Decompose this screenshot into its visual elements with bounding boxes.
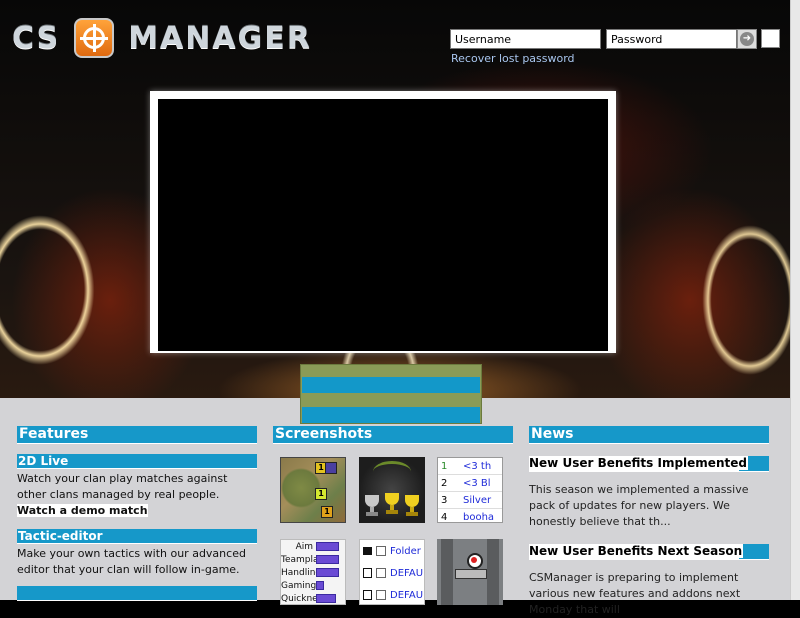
login-submit-button[interactable]: ➜ <box>737 29 757 49</box>
page-scrollbar[interactable] <box>790 0 800 600</box>
screenshot-tactics-folders-thumbnail[interactable]: Folder DEFAU DEFAU <box>359 539 425 605</box>
screenshots-heading: Screenshots <box>273 426 513 444</box>
news-column: News New User Benefits Implemented This … <box>529 426 769 618</box>
content-panel: Features 2D Live Watch your clan play ma… <box>0 398 790 616</box>
news-item-title[interactable]: New User Benefits Next Season <box>529 544 769 560</box>
video-selector-tabs <box>300 364 482 424</box>
screenshot-ranking-thumbnail[interactable]: 1 <3 th 2 <3 Bl 3 Silver 4 booha <box>437 457 503 523</box>
gold-trophy-icon <box>405 495 419 517</box>
stat-row: Handling: <box>281 566 345 579</box>
map-team-marker <box>325 462 337 474</box>
folder-row: DEFAU <box>360 584 424 604</box>
news-item-text: CSManager is preparing to implement vari… <box>529 571 741 616</box>
feature-2d-live-text: Watch your clan play matches against oth… <box>17 472 228 517</box>
ranking-row: 4 booha <box>438 509 502 523</box>
stat-bar <box>316 594 336 603</box>
video-player-frame <box>150 91 616 353</box>
crosshair-logo-icon <box>74 18 115 58</box>
stat-row: Quickness: <box>281 592 345 604</box>
arrow-right-icon: ➜ <box>740 32 754 46</box>
password-input[interactable] <box>606 29 737 49</box>
stat-bar <box>316 542 339 551</box>
checkbox-icon <box>376 546 386 556</box>
site-logo[interactable]: CS MANAGER <box>12 16 312 60</box>
news-heading: News <box>529 426 769 444</box>
stat-bar <box>316 581 324 590</box>
feature-2d-live-title[interactable]: 2D Live <box>17 454 257 469</box>
stat-bar <box>316 568 339 577</box>
news-item-title[interactable]: New User Benefits Implemented <box>529 456 769 472</box>
logo-text-cs: CS <box>12 20 61 56</box>
news-item-text: This season we implemented a massive pac… <box>529 483 749 528</box>
stat-row: Teamplay: <box>281 553 345 566</box>
feature-tactic-editor-title[interactable]: Tactic-editor <box>17 529 257 544</box>
screenshot-trophies-thumbnail[interactable] <box>359 457 425 523</box>
username-input[interactable] <box>450 29 601 49</box>
feature-tactic-editor-text: Make your own tactics with our advanced … <box>17 547 246 576</box>
checkbox-icon <box>376 568 386 578</box>
video-tab[interactable] <box>302 407 480 423</box>
map-flag-marker: 1 <box>321 506 333 518</box>
watch-demo-match-link[interactable]: Watch a demo match <box>17 504 148 517</box>
folder-row: Folder <box>360 540 424 562</box>
screenshot-player-stats-thumbnail[interactable]: Aim Teamplay: Handling: Gaming IQ: Quick… <box>280 539 346 605</box>
gold-trophy-icon <box>385 493 399 515</box>
screenshot-2d-map-thumbnail[interactable]: 1 1 1 <box>280 457 346 523</box>
video-tab[interactable] <box>302 377 480 393</box>
screenshots-column: Screenshots 1 1 1 1 <3 th 2 <3 Bl 3 Silver … <box>273 426 513 605</box>
remember-me-checkbox[interactable] <box>761 29 780 48</box>
laurel-icon <box>373 461 411 482</box>
map-flag-marker: 1 <box>315 488 327 500</box>
folder-row: DEFAU <box>360 562 424 584</box>
document-icon <box>363 568 372 578</box>
video-player[interactable] <box>158 99 608 351</box>
document-icon <box>363 590 372 600</box>
stat-row: Aim <box>281 540 345 553</box>
ranking-row: 2 <3 Bl <box>438 475 502 492</box>
ranking-row: 3 Silver <box>438 492 502 509</box>
features-heading: Features <box>17 426 257 444</box>
folder-icon <box>363 547 372 555</box>
recover-password-link[interactable]: Recover lost password <box>451 52 575 65</box>
ranking-row: 1 <3 th <box>438 458 502 475</box>
stat-bar <box>316 555 339 564</box>
checkbox-icon <box>376 590 386 600</box>
logo-text-manager: MANAGER <box>128 20 312 56</box>
screenshot-facility-thumbnail[interactable] <box>437 539 503 605</box>
silver-trophy-icon <box>365 495 379 517</box>
feature-next-title[interactable] <box>17 586 257 601</box>
features-column: Features 2D Live Watch your clan play ma… <box>17 426 257 601</box>
stat-row: Gaming IQ: <box>281 579 345 592</box>
